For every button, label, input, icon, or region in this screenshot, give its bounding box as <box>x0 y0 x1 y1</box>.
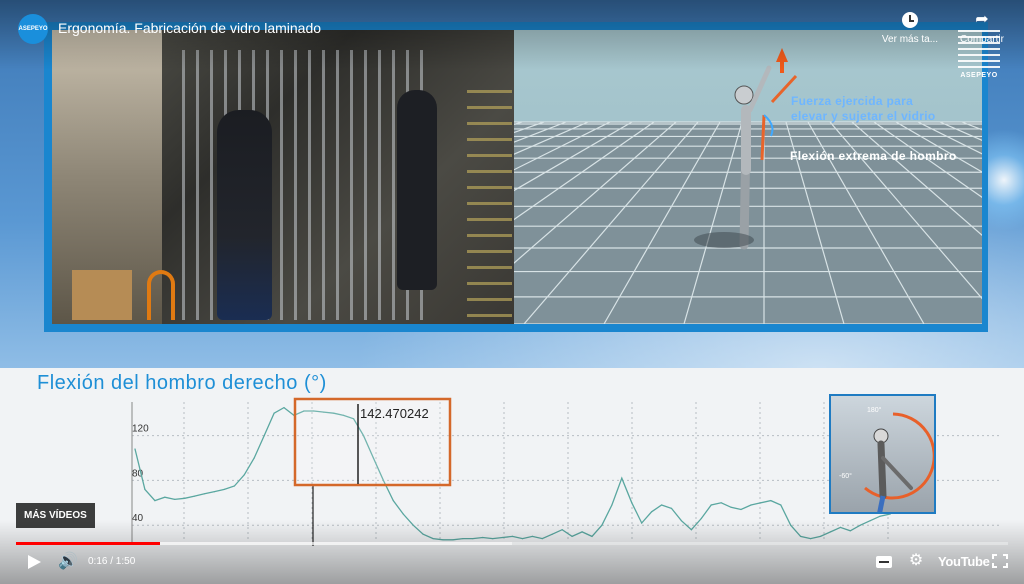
chart-point <box>154 500 156 502</box>
avatar-shadow <box>694 232 754 248</box>
chart-point <box>184 497 186 499</box>
simulation-grid <box>514 48 982 324</box>
chart-point <box>194 495 196 497</box>
chart-point <box>243 474 245 476</box>
chart-point <box>730 506 732 508</box>
watermark-logo: ASEPEYO <box>956 30 1002 79</box>
chart-point <box>720 502 722 504</box>
chart-point <box>213 491 216 493</box>
figure-leg <box>877 495 886 512</box>
fullscreen-icon[interactable] <box>992 554 1008 568</box>
chart-point <box>621 477 623 479</box>
chart-title: Flexión del hombro derecho (°) <box>37 372 327 394</box>
cardboard-box <box>72 270 132 320</box>
chart-point <box>164 496 166 498</box>
chart-point <box>631 502 633 504</box>
chart-point <box>233 485 235 487</box>
progress-played <box>16 542 160 545</box>
progress-bar[interactable] <box>16 542 1008 545</box>
flexion-label: Flexión extrema de hombro <box>790 149 957 163</box>
figure-arm <box>881 456 913 490</box>
chart-point <box>223 488 225 490</box>
simulation-view <box>514 30 982 324</box>
worker-left <box>217 110 272 320</box>
chart-point <box>651 511 653 513</box>
chart-point <box>879 515 881 517</box>
chart-point <box>273 412 275 414</box>
figure-torso <box>877 440 887 500</box>
chart-point <box>740 508 742 511</box>
chart-point <box>203 493 206 495</box>
force-label: Fuerza ejercida para elevar y sujetar el… <box>791 94 936 123</box>
chart-y-tick: 120 <box>132 424 149 435</box>
time-display: 0:16 / 1:50 <box>88 556 136 567</box>
video-title[interactable]: Ergonomía. Fabricación de vidro laminado <box>58 20 321 36</box>
factory-footage <box>52 30 514 324</box>
volume-icon[interactable]: 🔊 <box>58 552 80 572</box>
share-arrow-icon: ➦ <box>975 11 989 28</box>
inset-side-label: -60° <box>839 472 852 480</box>
chart-point <box>670 507 673 509</box>
subtitles-icon[interactable] <box>876 556 892 568</box>
avatar-head <box>734 85 754 105</box>
worker-right <box>397 90 437 290</box>
watermark-stripes <box>958 30 1000 70</box>
chart-point <box>700 517 702 520</box>
chart-point <box>392 500 394 502</box>
chart-point <box>661 504 663 506</box>
orange-pipe <box>147 270 175 320</box>
orange-limb-marker <box>760 114 766 161</box>
chart-point <box>770 500 772 502</box>
chart-point <box>402 513 404 515</box>
ladder <box>467 90 512 324</box>
chart-point <box>750 504 752 506</box>
chart-point <box>253 457 255 459</box>
chart-point <box>144 488 146 490</box>
play-icon[interactable] <box>24 552 44 572</box>
watch-later-button[interactable]: Ver más ta... <box>872 12 948 45</box>
range-arc <box>864 412 934 500</box>
chart-point <box>760 502 762 504</box>
youtube-logo[interactable]: YouTube <box>938 554 990 569</box>
chart-point <box>134 448 136 450</box>
chart-point <box>710 504 712 506</box>
watch-later-label: Ver más ta... <box>881 34 939 45</box>
chart-point <box>780 504 782 506</box>
video-player[interactable]: Fuerza ejercida para elevar y sujetar el… <box>0 0 1024 584</box>
avatar-arm <box>747 65 772 113</box>
watermark-text: ASEPEYO <box>960 72 998 79</box>
chart-point <box>174 498 176 500</box>
inset-top-label: 180° <box>867 406 882 414</box>
gear-icon[interactable]: ⚙ <box>906 551 926 571</box>
controls-overlay <box>0 520 1024 584</box>
channel-logo[interactable]: ASEPEYO <box>18 14 48 44</box>
clock-icon <box>902 12 918 28</box>
chart-highlight-value: 142.470242 <box>360 406 429 421</box>
inset-figure: 180° -60° <box>829 394 936 514</box>
chart-point <box>283 407 285 409</box>
chart-point <box>611 504 613 506</box>
inset-diagram: 180° -60° <box>839 406 934 512</box>
chart-point <box>263 435 265 437</box>
channel-logo-text: ASEPEYO <box>18 26 48 32</box>
